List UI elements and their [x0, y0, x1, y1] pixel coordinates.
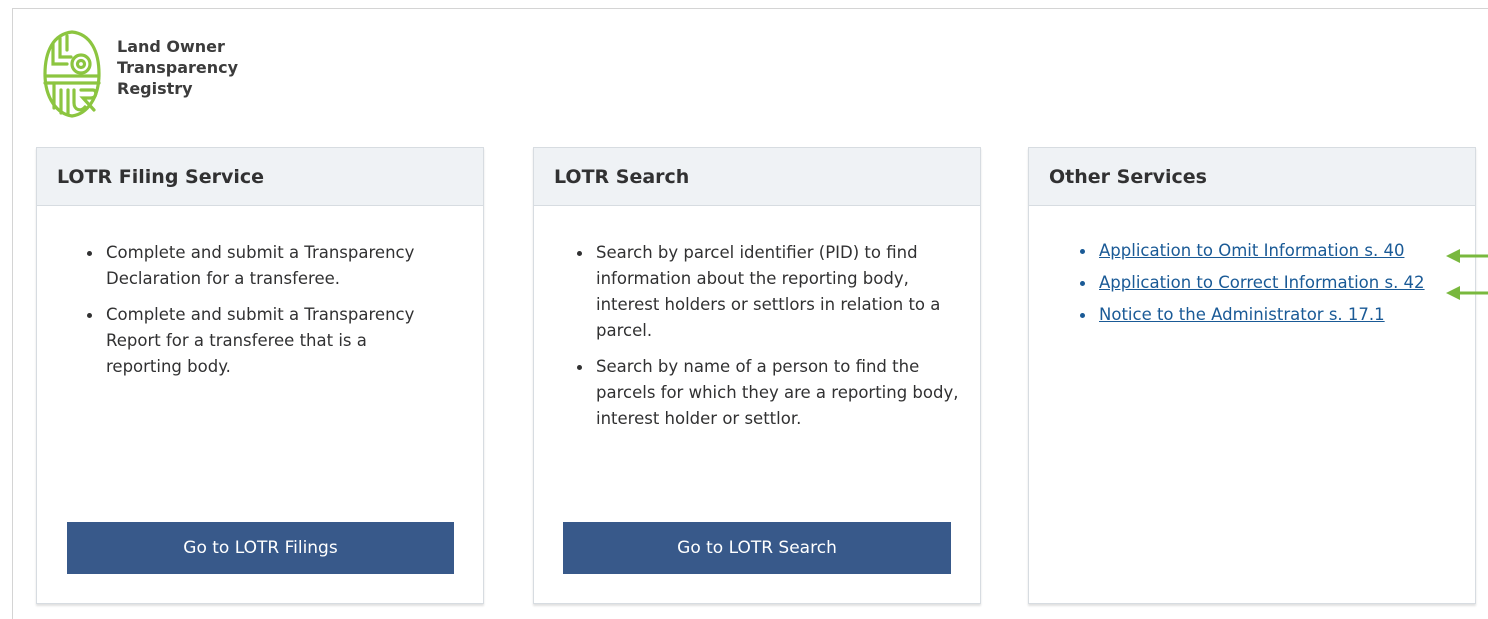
filing-service-card: LOTR Filing Service Complete and submit …: [36, 147, 484, 604]
filing-service-title: LOTR Filing Service: [37, 148, 483, 206]
lotr-search-card: LOTR Search Search by parcel identifier …: [533, 147, 981, 604]
list-item: Notice to the Administrator s. 17.1: [1077, 302, 1437, 328]
registry-logo[interactable]: Land Owner Transparency Registry: [41, 28, 238, 120]
lotr-search-title: LOTR Search: [534, 148, 980, 206]
list-item: Application to Correct Information s. 42: [1077, 270, 1437, 296]
list-item: Complete and submit a Transparency Decla…: [84, 240, 444, 292]
list-item: Search by name of a person to find the p…: [574, 354, 964, 432]
notice-administrator-link[interactable]: Notice to the Administrator s. 17.1: [1099, 305, 1385, 324]
correct-information-link[interactable]: Application to Correct Information s. 42: [1099, 273, 1425, 292]
lotr-search-list: Search by parcel identifier (PID) to fin…: [574, 240, 964, 442]
omit-information-link[interactable]: Application to Omit Information s. 40: [1099, 241, 1404, 260]
go-to-lotr-search-button[interactable]: Go to LOTR Search: [563, 522, 951, 574]
logo-line-3: Registry: [117, 79, 193, 98]
go-to-lotr-filings-button[interactable]: Go to LOTR Filings: [67, 522, 454, 574]
logo-line-1: Land Owner: [117, 37, 225, 56]
ltr-leaf-icon: [43, 30, 101, 118]
other-services-card: Other Services Application to Omit Infor…: [1028, 147, 1476, 604]
arrow-left-icon: [1446, 286, 1488, 300]
other-services-list: Application to Omit Information s. 40 Ap…: [1077, 238, 1437, 334]
list-item: Application to Omit Information s. 40: [1077, 238, 1437, 264]
list-item: Search by parcel identifier (PID) to fin…: [574, 240, 964, 344]
other-services-title: Other Services: [1029, 148, 1475, 206]
list-item: Complete and submit a Transparency Repor…: [84, 302, 444, 380]
logo-line-2: Transparency: [117, 58, 239, 77]
logo-text: Land Owner Transparency Registry: [117, 36, 238, 99]
filing-service-list: Complete and submit a Transparency Decla…: [84, 240, 444, 390]
arrow-left-icon: [1446, 249, 1488, 263]
